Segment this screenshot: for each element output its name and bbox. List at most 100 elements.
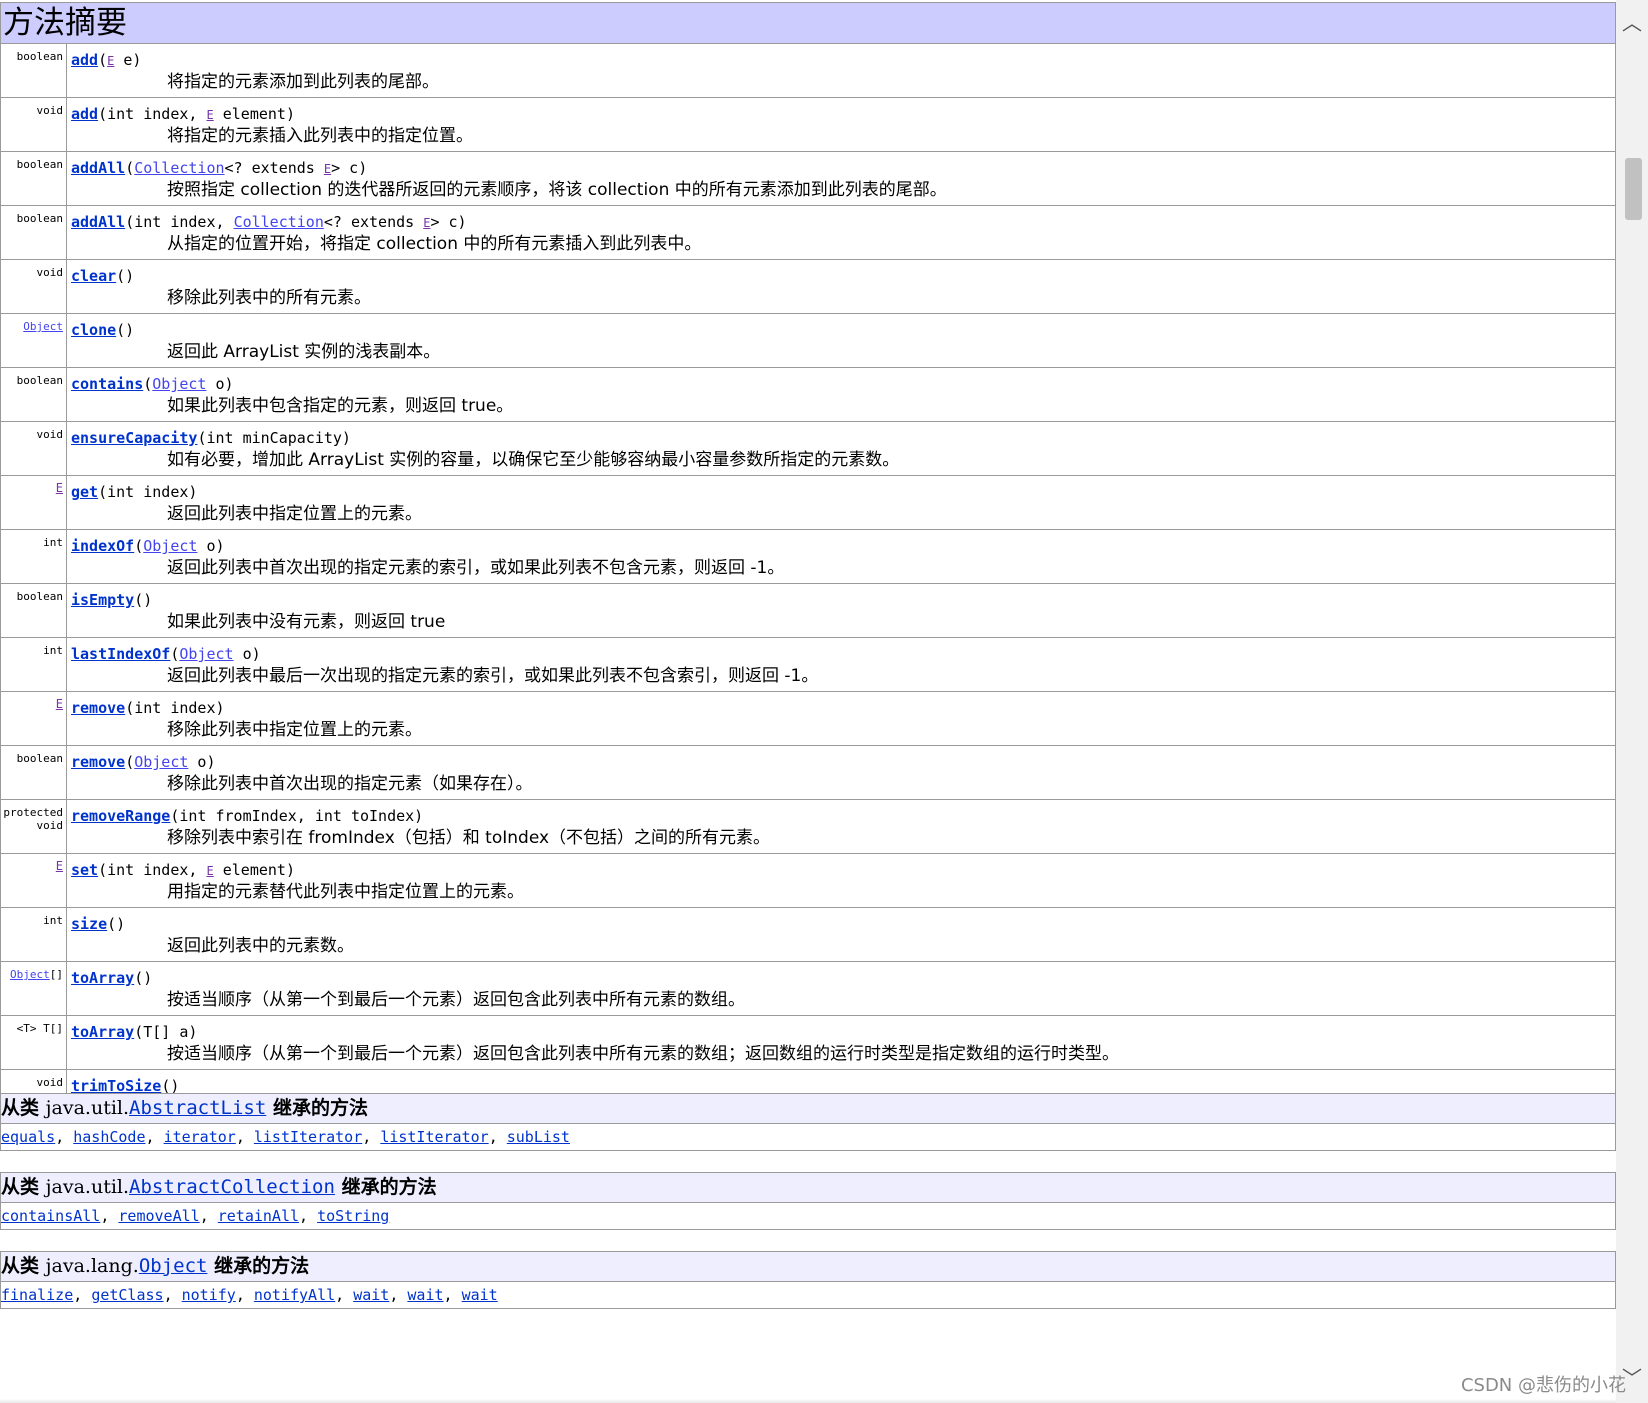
inherited-class-link[interactable]: AbstractList [129,1097,266,1119]
method-row: boolean remove(Object o) 移除此列表中首次出现的指定元素（如… [1,746,1615,800]
return-type: void [1,422,67,475]
method-params: (Object o) [125,753,216,771]
method-name-link[interactable]: add [71,105,98,123]
method-signature: add(int index, E element) [71,103,1615,125]
return-type[interactable]: Object[] [1,962,67,1015]
method-name-link[interactable]: clear [71,267,116,285]
method-row: boolean addAll(int index, Collection<? ex… [1,206,1615,260]
return-type: boolean [1,206,67,259]
method-params: () [107,915,126,933]
method-name-link[interactable]: size [71,915,107,933]
method-name-link[interactable]: contains [71,375,143,393]
inherited-suffix: 继承的方法 [214,1255,310,1277]
method-name-link[interactable]: set [71,861,98,879]
method-params: (int index, E element) [98,861,295,879]
method-signature: contains(Object o) [71,373,1615,395]
method-row: boolean isEmpty() 如果此列表中没有元素，则返回 true [1,584,1615,638]
method-name-link[interactable]: remove [71,699,125,717]
return-type: boolean [1,152,67,205]
inherited-method-link[interactable]: equals [1,1128,55,1146]
vertical-scrollbar[interactable]: ︿ ﹀ [1616,0,1648,1403]
method-params: (E e) [98,51,142,69]
method-name-link[interactable]: addAll [71,159,125,177]
return-type[interactable]: E [1,476,67,529]
return-type-link[interactable]: Object [23,320,63,333]
scroll-up-icon[interactable]: ︿ [1616,8,1648,38]
method-description: 移除此列表中的所有元素。 [167,288,371,308]
inherited-method-link[interactable]: wait [353,1286,389,1304]
method-detail: lastIndexOf(Object o) 返回此列表中最后一次出现的指定元素的索… [67,638,1615,691]
scroll-thumb[interactable] [1625,158,1642,220]
return-type[interactable]: E [1,854,67,907]
method-params: (int index, Collection<? extends E> c) [125,213,467,231]
method-name-link[interactable]: toArray [71,1023,134,1041]
return-type: boolean [1,368,67,421]
method-name-link[interactable]: addAll [71,213,125,231]
inherited-package: java.util. [45,1176,130,1198]
method-name-link[interactable]: remove [71,753,125,771]
inherited-method-link[interactable]: wait [407,1286,443,1304]
method-description: 按适当顺序（从第一个到最后一个元素）返回包含此列表中所有元素的数组。 [167,990,745,1010]
method-detail: toArray(T[] a) 按适当顺序（从第一个到最后一个元素）返回包含此列表中… [67,1016,1615,1069]
method-description: 用指定的元素替代此列表中指定位置上的元素。 [167,882,524,902]
inherited-suffix: 继承的方法 [341,1176,437,1198]
method-name-link[interactable]: clone [71,321,116,339]
method-name-link[interactable]: toArray [71,969,134,987]
method-params: () [116,267,135,285]
method-description: 返回此列表中指定位置上的元素。 [167,504,422,524]
inherited-class-link[interactable]: Object [139,1255,208,1277]
method-name-link[interactable]: lastIndexOf [71,645,170,663]
return-type-link[interactable]: Object [10,968,50,981]
inherited-method-link[interactable]: notify [182,1286,236,1304]
method-description: 按适当顺序（从第一个到最后一个元素）返回包含此列表中所有元素的数组；返回数组的运… [167,1044,1119,1064]
method-row: protected void removeRange(int fromIndex,… [1,800,1615,854]
return-type[interactable]: Object [1,314,67,367]
method-name-link[interactable]: add [71,51,98,69]
method-detail: toArray() 按适当顺序（从第一个到最后一个元素）返回包含此列表中所有元素的… [67,962,1615,1015]
method-name-link[interactable]: removeRange [71,807,170,825]
inherited-section-header: 从类 java.util.AbstractCollection 继承的方法 [1,1173,1615,1203]
method-signature: remove(int index) [71,697,1615,719]
return-type-link[interactable]: E [56,697,63,711]
inherited-method-link[interactable]: listIterator [380,1128,488,1146]
return-type[interactable]: E [1,692,67,745]
method-detail: clone() 返回此 ArrayList 实例的浅表副本。 [67,314,1615,367]
return-type-link[interactable]: E [56,859,63,873]
inherited-method-link[interactable]: removeAll [118,1207,199,1225]
return-type-link[interactable]: E [56,481,63,495]
method-params: (int index) [98,483,198,501]
return-type: boolean [1,584,67,637]
return-type: void [1,260,67,313]
method-params: (Object o) [134,537,225,555]
method-signature: indexOf(Object o) [71,535,1615,557]
method-row: int size() 返回此列表中的元素数。 [1,908,1615,962]
inherited-prefix: 从类 [1,1097,40,1119]
method-row: int indexOf(Object o) 返回此列表中首次出现的指定元素的索引，或… [1,530,1615,584]
inherited-method-link[interactable]: wait [462,1286,498,1304]
method-signature: removeRange(int fromIndex, int toIndex) [71,805,1615,827]
inherited-method-link[interactable]: finalize [1,1286,73,1304]
inherited-method-link[interactable]: listIterator [254,1128,362,1146]
method-row: void add(int index, E element) 将指定的元素插入此列表… [1,98,1615,152]
method-description: 将指定的元素添加到此列表的尾部。 [167,72,439,92]
inherited-method-link[interactable]: subList [507,1128,570,1146]
inherited-class-link[interactable]: AbstractCollection [129,1176,335,1198]
method-name-link[interactable]: get [71,483,98,501]
inherited-method-link[interactable]: containsAll [1,1207,100,1225]
method-summary-title: 方法摘要 [1,3,1615,44]
inherited-method-link[interactable]: retainAll [218,1207,299,1225]
method-name-link[interactable]: indexOf [71,537,134,555]
method-name-link[interactable]: ensureCapacity [71,429,197,447]
inherited-method-link[interactable]: getClass [91,1286,163,1304]
method-name-link[interactable]: isEmpty [71,591,134,609]
inherited-method-link[interactable]: hashCode [73,1128,145,1146]
inherited-method-link[interactable]: notifyAll [254,1286,335,1304]
method-detail: contains(Object o) 如果此列表中包含指定的元素，则返回 true… [67,368,1615,421]
inherited-method-list: finalize, getClass, notify, notifyAll, w… [1,1286,498,1304]
inherited-method-link[interactable]: toString [317,1207,389,1225]
method-row: Object clone() 返回此 ArrayList 实例的浅表副本。 [1,314,1615,368]
method-row: boolean add(E e) 将指定的元素添加到此列表的尾部。 [1,44,1615,98]
method-params: (int index, E element) [98,105,295,123]
inherited-method-link[interactable]: iterator [164,1128,236,1146]
inherited-methods-section: 从类 java.util.AbstractList 继承的方法 equals, h… [0,1093,1616,1151]
